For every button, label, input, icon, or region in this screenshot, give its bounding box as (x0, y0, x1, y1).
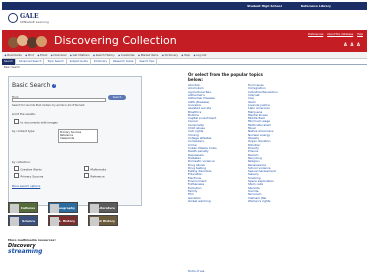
tab-dictionary[interactable]: Dictionary (92, 59, 111, 65)
tile-us-history[interactable]: U.S. History (48, 215, 78, 226)
topics-column-2: Hurricanes Immigration Industrial Revoluti… (248, 83, 278, 203)
search-button[interactable]: Search (108, 95, 126, 100)
toolbar-download[interactable]: Download (51, 52, 67, 59)
top-link-school[interactable]: Student High School (247, 4, 282, 8)
text-size-control[interactable]: A A A (344, 42, 361, 47)
about-database-link[interactable]: About this database (327, 33, 353, 36)
tile-literature[interactable]: Literature (88, 202, 118, 213)
breadcrumb: Basic Search (4, 66, 21, 69)
brand-header: GALE CENGAGE Learning (2, 10, 367, 30)
geography-icon (50, 204, 59, 213)
creative-works-checkbox[interactable]: Creative Works (14, 166, 42, 172)
toolbar-help[interactable]: Help (181, 52, 190, 59)
tab-search[interactable]: Search (2, 59, 16, 65)
top-bar: Student High School Reference Library (2, 2, 367, 10)
tile-science[interactable]: Science (8, 215, 38, 226)
tile-world-history[interactable]: World History (88, 215, 118, 226)
topic-link[interactable]: Women's rights (248, 199, 278, 203)
tile-cultures[interactable]: Cultures (8, 202, 38, 213)
cultures-icon (10, 204, 19, 213)
multimedia-checkbox[interactable]: Multimedia (84, 166, 107, 172)
science-icon (10, 217, 19, 226)
popular-topics-heading: Or select from the popular topics below: (188, 72, 263, 82)
tab-advanced-search[interactable]: Advanced Search (17, 59, 45, 65)
discovery-streaming-logo[interactable]: Discovery streaming (8, 244, 42, 255)
preferences-link[interactable]: Preferences (308, 33, 323, 36)
toolbar-marked[interactable]: Marked Items (138, 52, 159, 59)
help-link[interactable]: Help (357, 33, 363, 36)
brand-logo-text: GALE (20, 13, 39, 20)
toolbar-citations[interactable]: Get Citations (70, 52, 90, 59)
top-links: Student High School Reference Library (229, 4, 331, 8)
toolbar: Bookmarks Print Email Download Get Citat… (2, 52, 367, 59)
content-type-select[interactable]: Primary Sources Reference Viewpoints (58, 129, 98, 143)
tab-topic-search[interactable]: Topic Search (45, 59, 67, 65)
topics-column-1: Abortion Alcoholism Agricultural Rev. Alzhe… (188, 83, 217, 203)
tab-research-guide[interactable]: Research Guide (111, 59, 137, 65)
primary-sources-checkbox[interactable]: Primary Sources (14, 173, 44, 179)
literature-icon (90, 204, 99, 213)
top-link-library[interactable]: Reference Library (301, 4, 331, 8)
content-type-label: by content type: (12, 129, 36, 133)
toolbar-dictionary[interactable]: Dictionary (162, 52, 178, 59)
toolbar-email[interactable]: Email (37, 52, 47, 59)
tab-search-tips[interactable]: Search Tips (137, 59, 158, 65)
topic-link[interactable]: Global warming (188, 199, 217, 203)
toolbar-history[interactable]: Search History (93, 52, 115, 59)
more-search-options-link[interactable]: More search options (12, 184, 40, 188)
us-history-icon (50, 217, 59, 226)
search-hint: Search for records that contain my words… (12, 104, 85, 107)
gale-logo-icon (8, 13, 18, 23)
collection-label: by collection: (12, 160, 31, 164)
toolbar-bookmarks[interactable]: Bookmarks (5, 52, 22, 59)
images-checkbox[interactable]: to documents with images (14, 119, 58, 125)
basic-search-heading: Basic Search? (12, 82, 57, 89)
limit-label: Limit the results: (12, 112, 36, 116)
tile-geography[interactable]: Geography (48, 202, 78, 213)
toolbar-print[interactable]: Print (25, 52, 34, 59)
toolbar-customize[interactable]: Customize (118, 52, 135, 59)
toolbar-logout[interactable]: Log Out (193, 52, 206, 59)
brand-tagline: CENGAGE Learning (20, 20, 49, 24)
footer-link[interactable]: Terms of use (188, 270, 204, 273)
reference-checkbox[interactable]: Reference (84, 173, 105, 179)
collection-title: Discovering Collection (54, 34, 177, 47)
banner-photos (8, 33, 48, 50)
banner-links: Preferences About this database Help (305, 33, 363, 36)
multimedia-heading: More multimedia resources! (8, 238, 56, 242)
tab-subject-guide[interactable]: Subject Guide (68, 59, 91, 65)
search-input[interactable] (12, 98, 106, 102)
world-history-icon (90, 217, 99, 226)
collection-banner: Discovering Collection Preferences About… (2, 30, 367, 52)
search-tabs: Search Advanced Search Topic Search Subj… (2, 59, 367, 65)
help-icon[interactable]: ? (52, 83, 57, 88)
